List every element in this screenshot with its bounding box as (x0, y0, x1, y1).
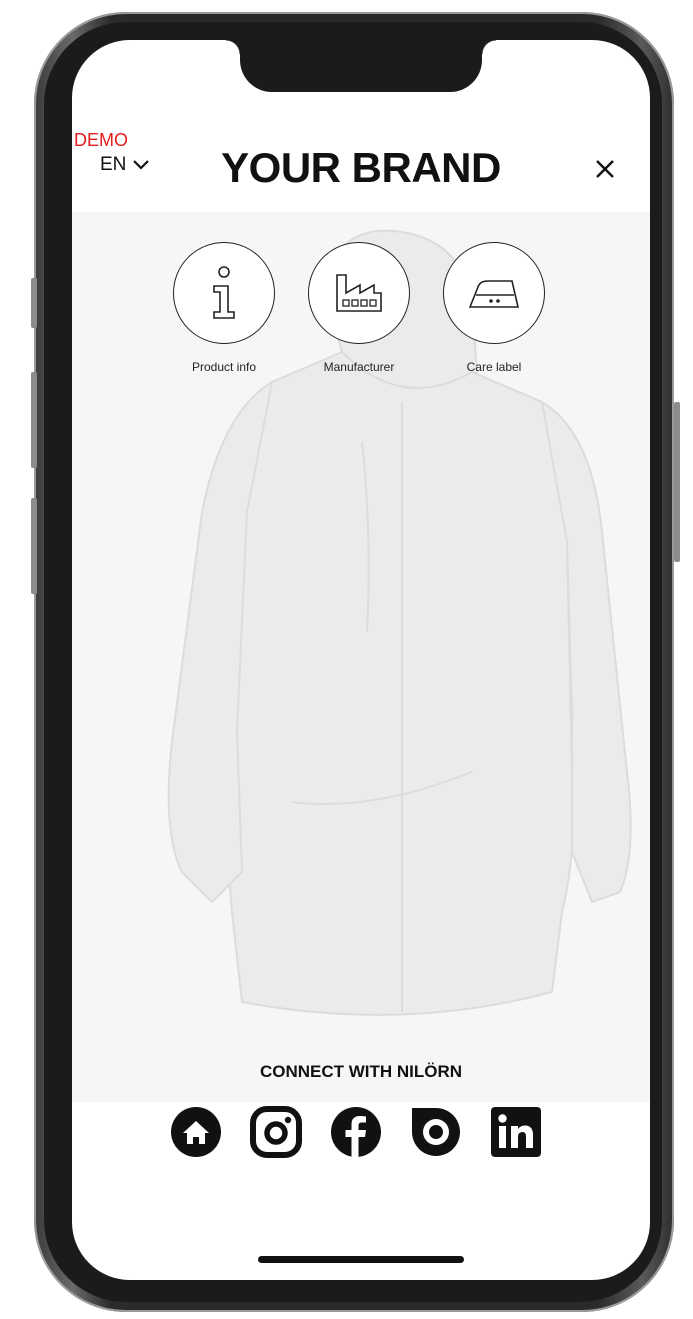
linkedin-icon (491, 1107, 541, 1157)
nilorn-link[interactable] (410, 1106, 462, 1158)
info-icon (213, 266, 235, 319)
facebook-link[interactable] (330, 1106, 382, 1158)
care-label-label: Care label (466, 360, 522, 374)
linkedin-link[interactable] (490, 1106, 542, 1158)
facebook-icon (331, 1107, 381, 1158)
instagram-icon (250, 1106, 302, 1158)
notch (240, 40, 482, 92)
manufacturer-button[interactable]: Manufacturer (307, 242, 411, 374)
connect-title: CONNECT WITH NILÖRN (259, 1062, 463, 1081)
factory-icon (336, 274, 382, 312)
instagram-link[interactable] (250, 1106, 302, 1158)
product-info-button[interactable]: Product info (172, 242, 276, 374)
volume-down-button (31, 498, 37, 594)
manufacturer-label: Manufacturer (323, 360, 395, 374)
power-button (674, 402, 680, 562)
phone-screen: DEMO EN YOUR BRAND Product info Manufact… (72, 40, 650, 1280)
home-indicator[interactable] (258, 1256, 464, 1263)
volume-up-button (31, 372, 37, 468)
close-button[interactable] (590, 154, 620, 184)
social-links (170, 1106, 542, 1158)
home-link[interactable] (170, 1106, 222, 1158)
brand-title: YOUR BRAND (221, 144, 501, 191)
nilorn-icon (412, 1108, 460, 1156)
mute-switch (31, 278, 37, 328)
iron-icon (468, 280, 520, 308)
close-icon (596, 160, 614, 178)
care-label-button[interactable]: Care label (442, 242, 546, 374)
home-icon (171, 1107, 221, 1157)
product-info-label: Product info (191, 360, 257, 374)
